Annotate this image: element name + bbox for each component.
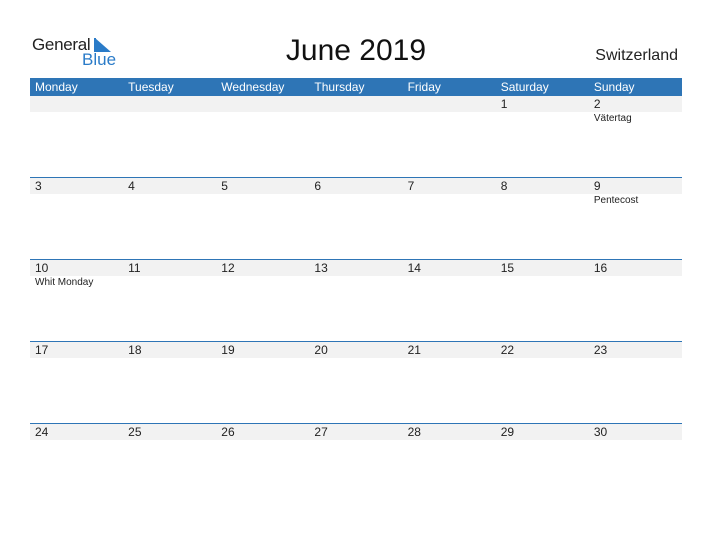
holiday-label: Vätertag [593,113,632,124]
holiday-label [123,112,216,126]
holiday-label [30,112,123,126]
holiday-label [403,194,496,208]
holiday-label [496,194,589,208]
day-number: 3 [35,179,42,193]
weekday-wednesday: Wednesday [221,80,285,94]
date-strip: 10 11 12 13 14 15 16 [30,260,682,276]
day-number: 12 [221,261,235,275]
holiday-label [216,112,309,126]
date-strip: 17 18 19 20 21 22 23 [30,342,682,358]
calendar: Monday Tuesday Wednesday Thursday Friday Satu… [30,78,682,505]
day-number: 13 [314,261,328,275]
week-row: 10 11 12 13 14 15 16 Whit Monday [30,259,682,341]
holiday-label [30,194,123,208]
day-number: 8 [500,179,508,193]
day-number: 19 [221,343,235,357]
holiday-row: Vätertag [30,112,682,126]
holiday-label [309,112,402,126]
holiday-label [123,194,216,208]
day-number [30,96,123,112]
day-number: 22 [500,343,515,357]
holiday-label: Whit Monday [35,277,94,288]
day-number: 26 [221,425,235,439]
weekday-header: Monday Tuesday Wednesday Thursday Friday Satu… [30,78,682,96]
weekday-monday: Monday [35,80,78,94]
day-number: 11 [128,261,141,275]
day-number: 24 [35,425,49,439]
day-number: 2 [593,97,601,111]
day-number: 7 [407,179,415,193]
holiday-row: Pentecost [30,194,682,208]
week-row: 17 18 19 20 21 22 23 [30,341,682,423]
weekday-tuesday: Tuesday [128,80,174,94]
day-number: 5 [221,179,228,193]
weekday-saturday: Saturday [500,80,549,94]
day-number [123,96,216,112]
holiday-label [589,276,682,290]
holiday-label [403,276,496,290]
holiday-label [496,112,589,126]
holiday-label [309,276,402,290]
day-number: 30 [593,425,608,439]
day-number: 27 [314,425,328,439]
day-number: 18 [128,343,142,357]
day-number: 10 [35,261,49,275]
day-number: 6 [314,179,322,193]
country-label: Switzerland [595,47,678,64]
holiday-label [123,276,216,290]
day-number: 20 [314,343,328,357]
date-strip: 24 25 26 27 28 29 30 [30,424,682,440]
date-strip: 3 4 5 6 7 8 9 [30,178,682,194]
day-number: 25 [128,425,142,439]
day-number: 17 [35,343,49,357]
day-number: 4 [128,179,135,193]
day-number: 29 [500,425,515,439]
holiday-row: Whit Monday [30,276,682,290]
week-row: 3 4 5 6 7 8 9 Pentecost [30,177,682,259]
week-row: 1 2 Vätertag [30,96,682,177]
holiday-label [496,276,589,290]
day-number [403,96,496,112]
holiday-label [216,194,309,208]
weekday-friday: Friday [407,80,441,94]
day-number: 16 [593,261,608,275]
holiday-label [216,276,309,290]
day-number: 15 [500,261,515,275]
week-row: 24 25 26 27 28 29 30 [30,423,682,505]
day-number [309,96,402,112]
day-number: 9 [593,179,601,193]
holiday-label [309,194,402,208]
day-number [216,96,309,112]
day-number: 14 [407,261,421,275]
day-number: 23 [593,343,608,357]
holiday-label [403,112,496,126]
date-strip: 12 [30,96,682,112]
day-number: 1 [500,97,508,111]
holiday-label: Pentecost [593,195,639,206]
day-number: 28 [407,425,421,439]
weekday-sunday: Sunday [593,80,635,94]
weekday-thursday: Thursday [314,80,365,94]
day-number: 21 [407,343,421,357]
